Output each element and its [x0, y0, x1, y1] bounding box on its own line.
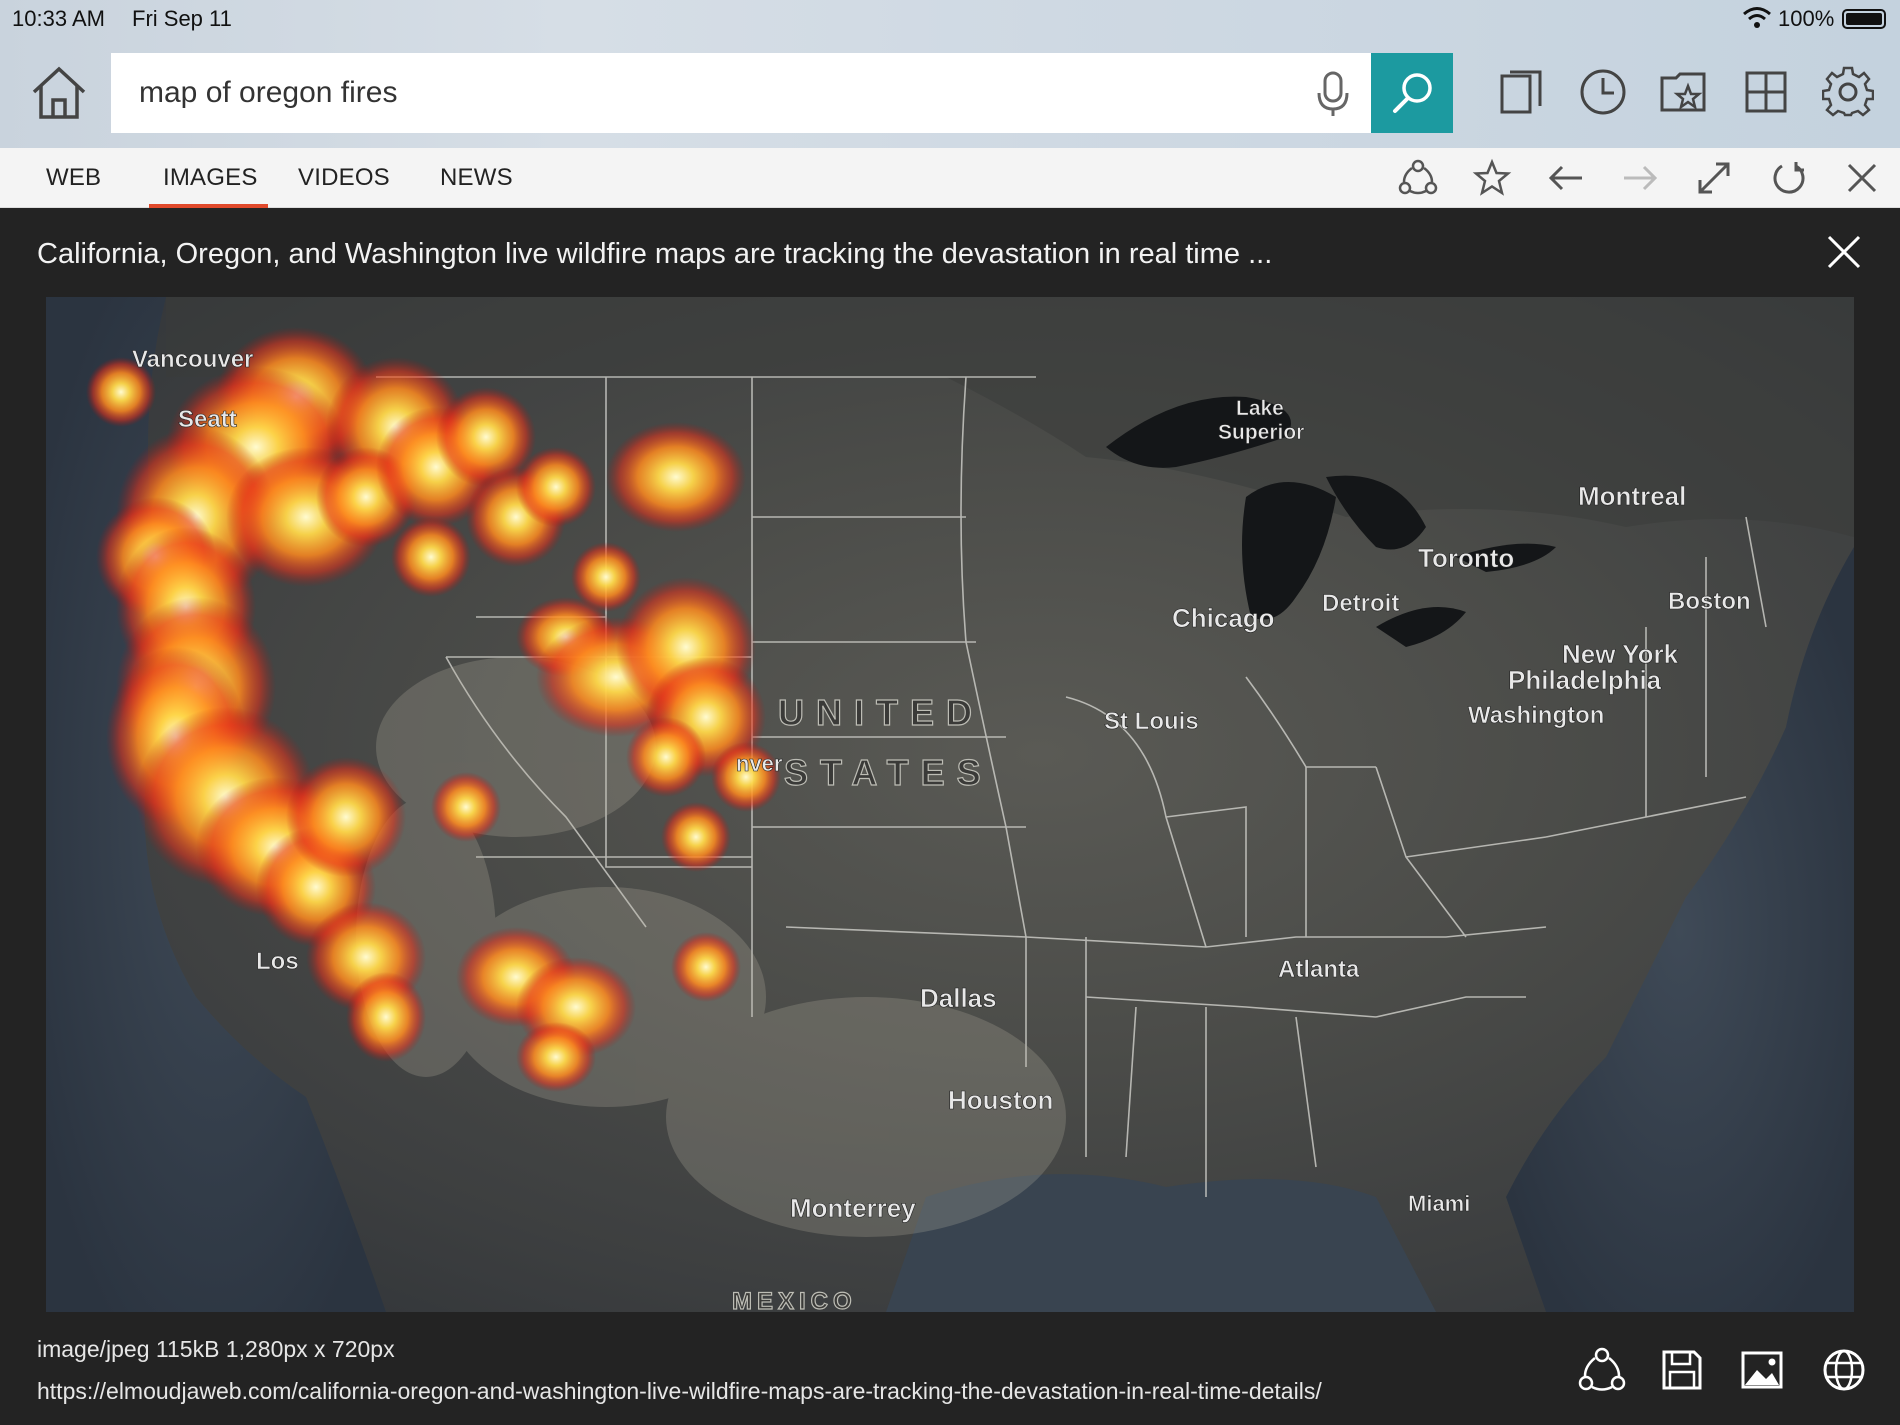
search-input[interactable] [111, 53, 1371, 133]
close-icon[interactable] [1842, 158, 1882, 198]
tab-web[interactable]: WEB [46, 164, 101, 192]
label-boston: Boston [1668, 588, 1751, 615]
top-bar: 10:33 AM Fri Sep 11 100% [0, 0, 1900, 148]
image-icon[interactable] [1738, 1346, 1786, 1394]
label-mexico: MEXICO [732, 1288, 857, 1312]
image-meta: image/jpeg 115kB 1,280px x 720px [37, 1336, 395, 1362]
label-toronto: Toronto [1418, 543, 1514, 573]
label-philadelphia: Philadelphia [1508, 665, 1662, 695]
save-icon[interactable] [1658, 1346, 1706, 1394]
label-washington: Washington [1468, 702, 1604, 729]
label-states: STATES [784, 752, 993, 793]
tab-images[interactable]: IMAGES [149, 164, 268, 209]
globe-icon[interactable] [1820, 1346, 1868, 1394]
label-montreal: Montreal [1578, 481, 1686, 511]
battery-icon [1842, 9, 1886, 29]
status-bar: 10:33 AM Fri Sep 11 100% [0, 0, 1900, 36]
label-houston: Houston [948, 1085, 1053, 1115]
tabs-icon[interactable] [1496, 66, 1548, 118]
apps-grid-icon[interactable] [1740, 66, 1792, 118]
image-title: California, Oregon, and Washington live … [37, 238, 1273, 270]
label-los-angeles: Los [256, 948, 299, 975]
label-miami: Miami [1408, 1191, 1470, 1216]
label-chicago: Chicago [1172, 603, 1275, 633]
share-icon[interactable] [1578, 1346, 1626, 1394]
share-icon[interactable] [1398, 158, 1438, 198]
label-dallas: Dallas [920, 983, 997, 1013]
close-viewer-icon[interactable] [1824, 232, 1864, 272]
favorites-icon[interactable] [1658, 66, 1710, 118]
label-atlanta: Atlanta [1278, 956, 1360, 983]
microphone-icon[interactable] [1311, 71, 1355, 117]
image-viewer: California, Oregon, and Washington live … [0, 208, 1900, 1425]
refresh-icon[interactable] [1768, 158, 1808, 198]
label-lake-superior-1: Lake [1236, 397, 1284, 420]
label-united: UNITED [778, 692, 984, 733]
back-arrow-icon[interactable] [1546, 158, 1586, 198]
forward-arrow-icon[interactable] [1620, 158, 1660, 198]
star-icon[interactable] [1472, 158, 1512, 198]
label-lake-superior-2: Superior [1218, 421, 1304, 444]
expand-icon[interactable] [1694, 158, 1734, 198]
home-icon[interactable] [30, 64, 88, 122]
label-seattle: Seatt [178, 406, 237, 433]
status-date: Fri Sep 11 [132, 6, 232, 31]
label-st-louis: St Louis [1104, 708, 1199, 735]
search-box [111, 53, 1453, 133]
image-source-url[interactable]: https://elmoudjaweb.com/california-orego… [37, 1378, 1322, 1405]
label-denver: nver [736, 751, 783, 776]
tab-news[interactable]: NEWS [440, 164, 513, 192]
wifi-icon [1743, 7, 1771, 28]
status-time: 10:33 AM [12, 6, 105, 31]
tab-videos[interactable]: VIDEOS [298, 164, 390, 192]
settings-icon[interactable] [1822, 66, 1874, 118]
search-button[interactable] [1371, 53, 1453, 133]
search-icon [1393, 73, 1432, 113]
label-monterrey: Monterrey [790, 1193, 916, 1223]
label-detroit: Detroit [1322, 590, 1399, 617]
history-icon[interactable] [1577, 66, 1629, 118]
map-svg: Vancouver Seatt Lake Superior Montreal T… [46, 297, 1854, 1312]
battery-percent: 100% [1778, 6, 1835, 31]
label-vancouver: Vancouver [132, 346, 253, 373]
search-tabs: WEB IMAGES VIDEOS NEWS [0, 148, 1900, 209]
wildfire-map-image[interactable]: Vancouver Seatt Lake Superior Montreal T… [46, 297, 1854, 1312]
